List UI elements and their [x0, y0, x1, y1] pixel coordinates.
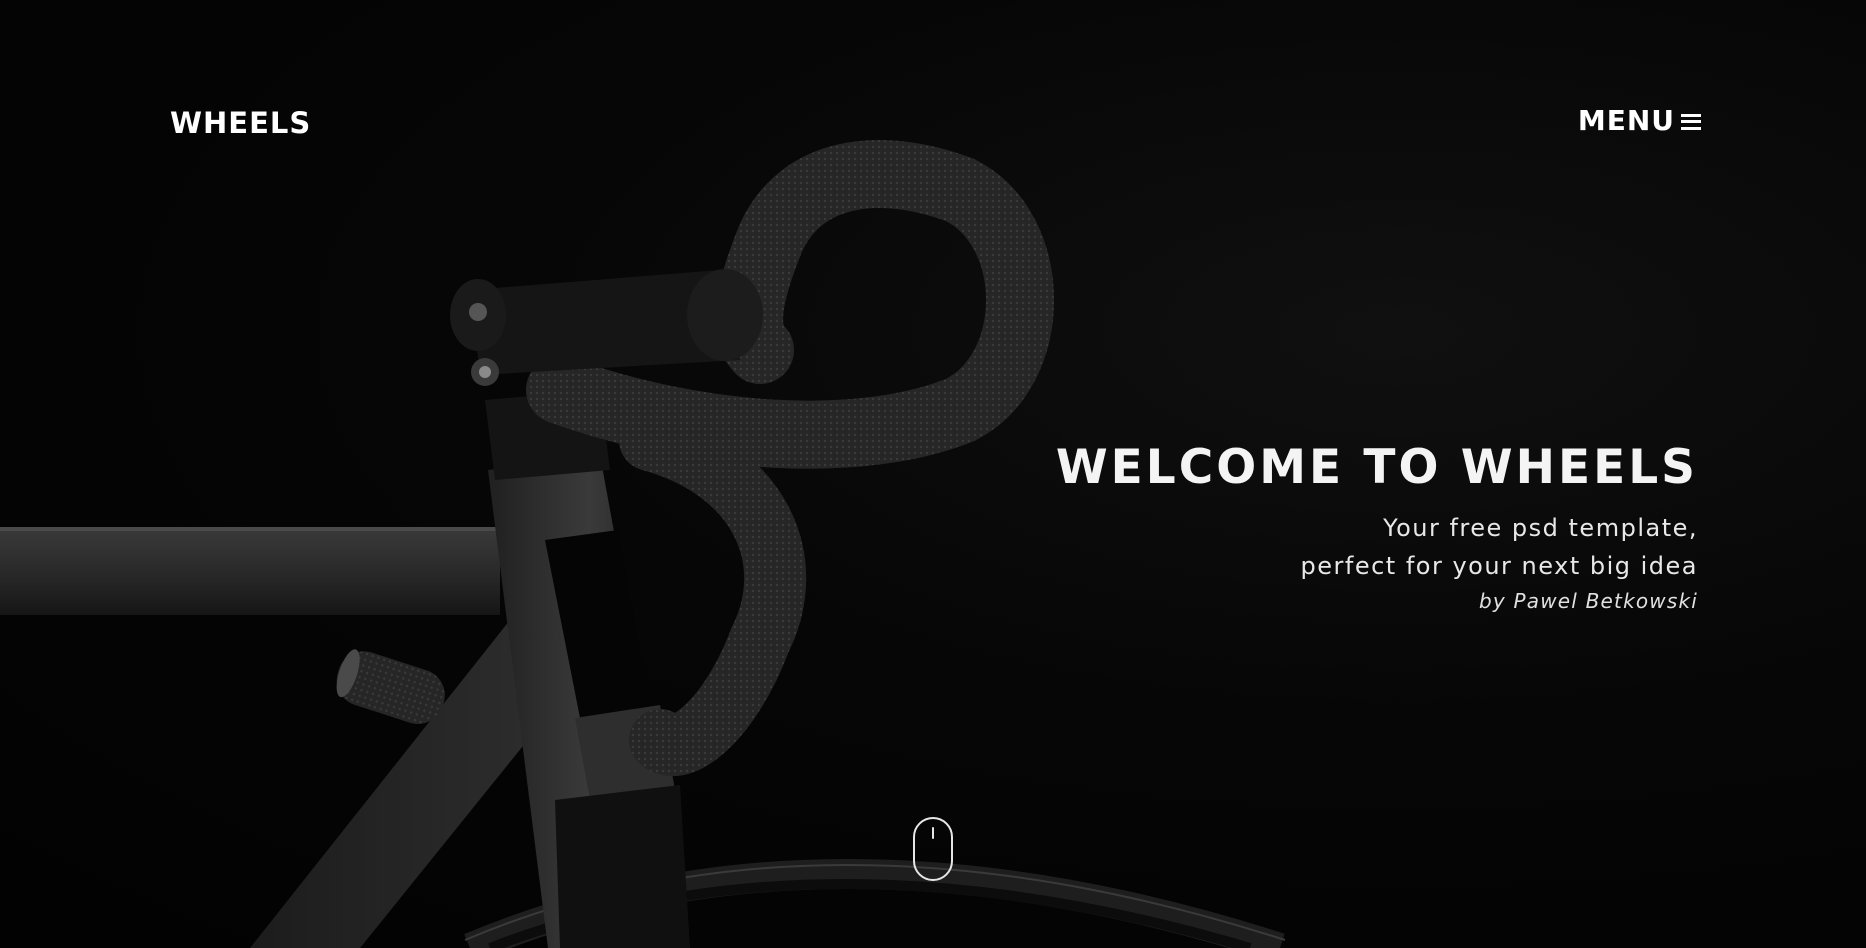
hero-subtitle-line-2: perfect for your next big idea: [1300, 552, 1698, 580]
hero-byline: by Pawel Betkowski: [1479, 589, 1698, 613]
menu-label: MENU: [1577, 104, 1675, 137]
scroll-wheel: [932, 827, 934, 839]
hamburger-icon: [1681, 113, 1701, 130]
hero-title: WELCOME TO WHEELS: [1055, 440, 1698, 495]
hero-subtitle-line-1: Your free psd template,: [1383, 514, 1698, 542]
mouse-scroll-icon[interactable]: [913, 817, 953, 881]
menu-button[interactable]: MENU: [1578, 104, 1701, 137]
hero-section: WHEELS MENU WELCOME TO WHEELS Your free …: [0, 0, 1866, 948]
site-logo[interactable]: WHEELS: [170, 106, 311, 140]
hero-text: WELCOME TO WHEELS Your free psd template…: [1056, 440, 1698, 617]
